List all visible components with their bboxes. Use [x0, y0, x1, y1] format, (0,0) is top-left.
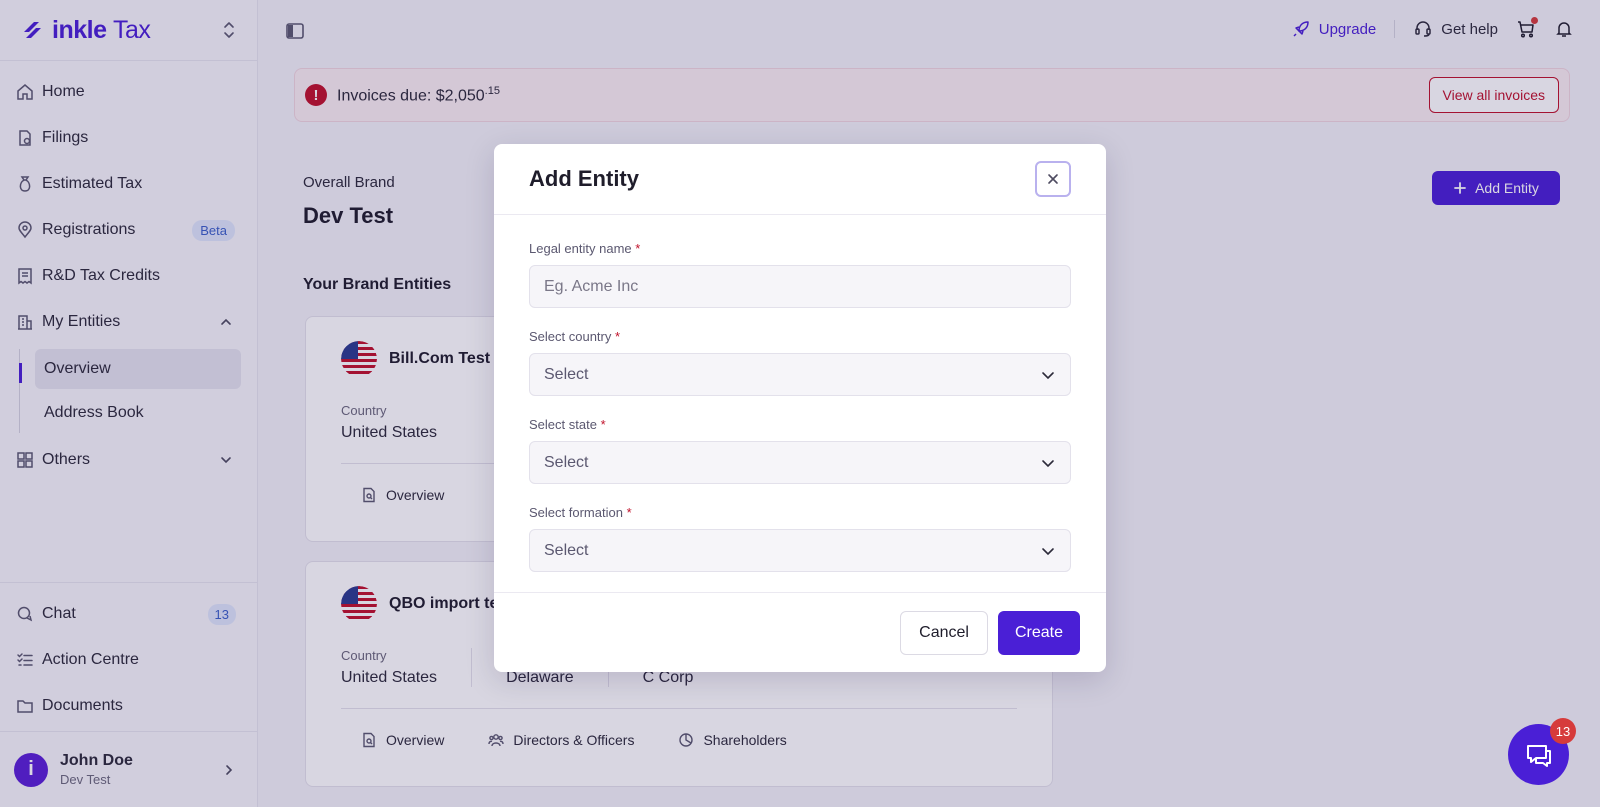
- chat-bubble-icon: [1526, 744, 1551, 767]
- formation-select-value: Select: [544, 541, 589, 559]
- modal-header: Add Entity: [494, 144, 1106, 215]
- country-select-value: Select: [544, 365, 589, 383]
- country-select[interactable]: Select: [529, 353, 1071, 396]
- formation-group: Select formation * Select: [529, 505, 1071, 572]
- state-select-value: Select: [544, 453, 589, 471]
- create-button[interactable]: Create: [997, 610, 1080, 655]
- entity-name-input[interactable]: [529, 265, 1071, 308]
- modal-title: Add Entity: [529, 166, 639, 191]
- chevron-down-icon: [1042, 547, 1054, 555]
- modal-body: Legal entity name * Select country * Sel…: [494, 215, 1106, 572]
- chevron-down-icon: [1042, 371, 1054, 379]
- state-select[interactable]: Select: [529, 441, 1071, 484]
- cancel-button[interactable]: Cancel: [900, 610, 988, 655]
- formation-select[interactable]: Select: [529, 529, 1071, 572]
- chat-fab-badge: 13: [1550, 718, 1576, 744]
- state-group: Select state * Select: [529, 417, 1071, 484]
- country-label: Select country *: [529, 329, 621, 344]
- modal-footer: Cancel Create: [494, 592, 1106, 672]
- formation-label: Select formation *: [529, 505, 632, 520]
- entity-name-label: Legal entity name *: [529, 241, 641, 256]
- country-group: Select country * Select: [529, 329, 1071, 396]
- entity-name-group: Legal entity name *: [529, 241, 1071, 308]
- chevron-down-icon: [1042, 459, 1054, 467]
- close-icon: [1048, 174, 1058, 184]
- add-entity-modal: Add Entity Legal entity name * Select co…: [494, 144, 1106, 672]
- close-button[interactable]: [1035, 161, 1071, 197]
- state-label: Select state *: [529, 417, 606, 432]
